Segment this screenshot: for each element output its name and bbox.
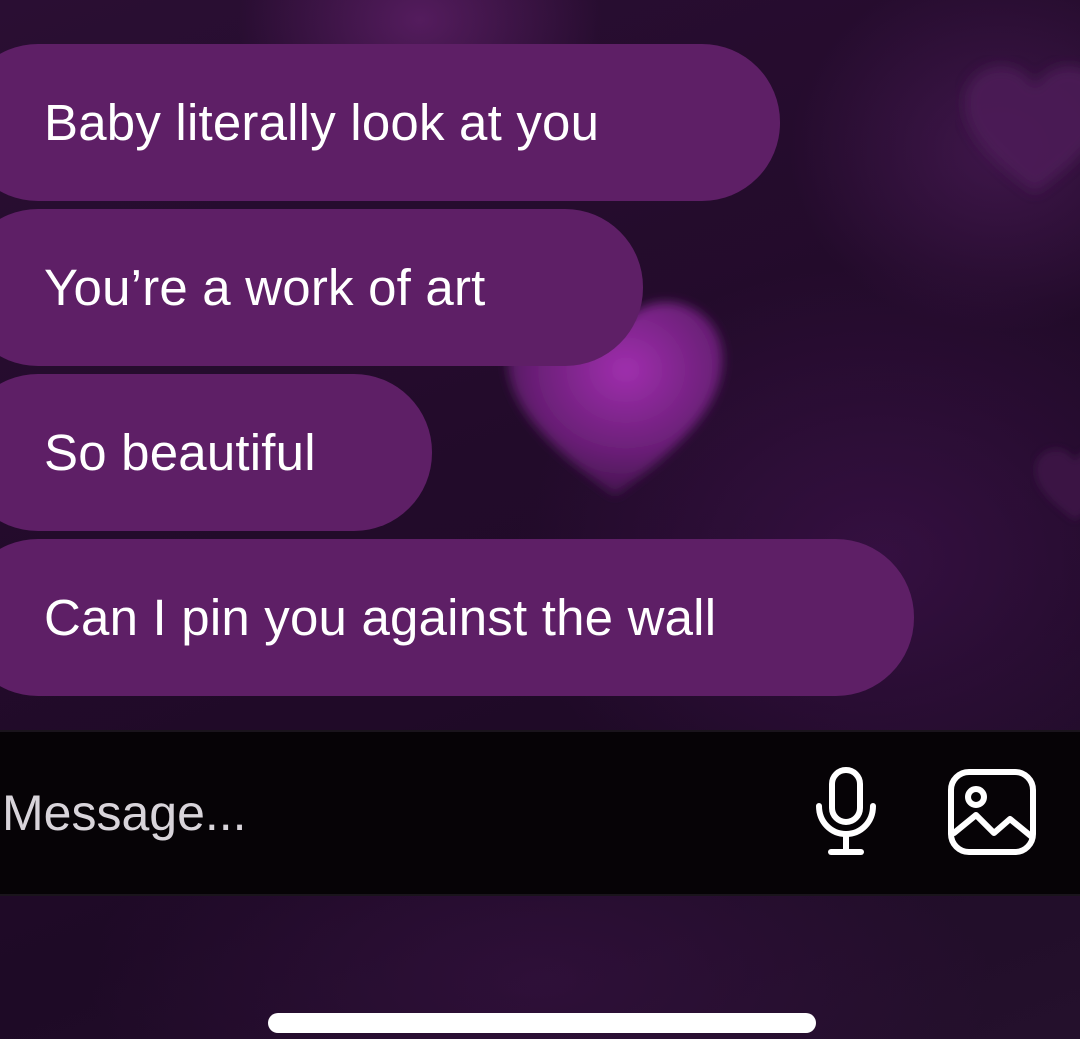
- microphone-icon[interactable]: [796, 762, 896, 862]
- message-text: So beautiful: [44, 424, 316, 481]
- message-composer: [0, 730, 1080, 896]
- message-text: Baby literally look at you: [44, 94, 600, 151]
- message-text: You’re a work of art: [44, 259, 486, 316]
- home-indicator[interactable]: [268, 1013, 816, 1033]
- message-text: Can I pin you against the wall: [44, 589, 717, 646]
- message-bubble[interactable]: Baby literally look at you: [0, 44, 780, 201]
- message-bubble[interactable]: So beautiful: [0, 374, 432, 531]
- message-list: Baby literally look at you You’re a work…: [0, 0, 1080, 730]
- message-bubble[interactable]: Can I pin you against the wall: [0, 539, 914, 696]
- message-bubble[interactable]: You’re a work of art: [0, 209, 643, 366]
- message-input[interactable]: [0, 732, 780, 894]
- image-gallery-icon[interactable]: [942, 762, 1042, 862]
